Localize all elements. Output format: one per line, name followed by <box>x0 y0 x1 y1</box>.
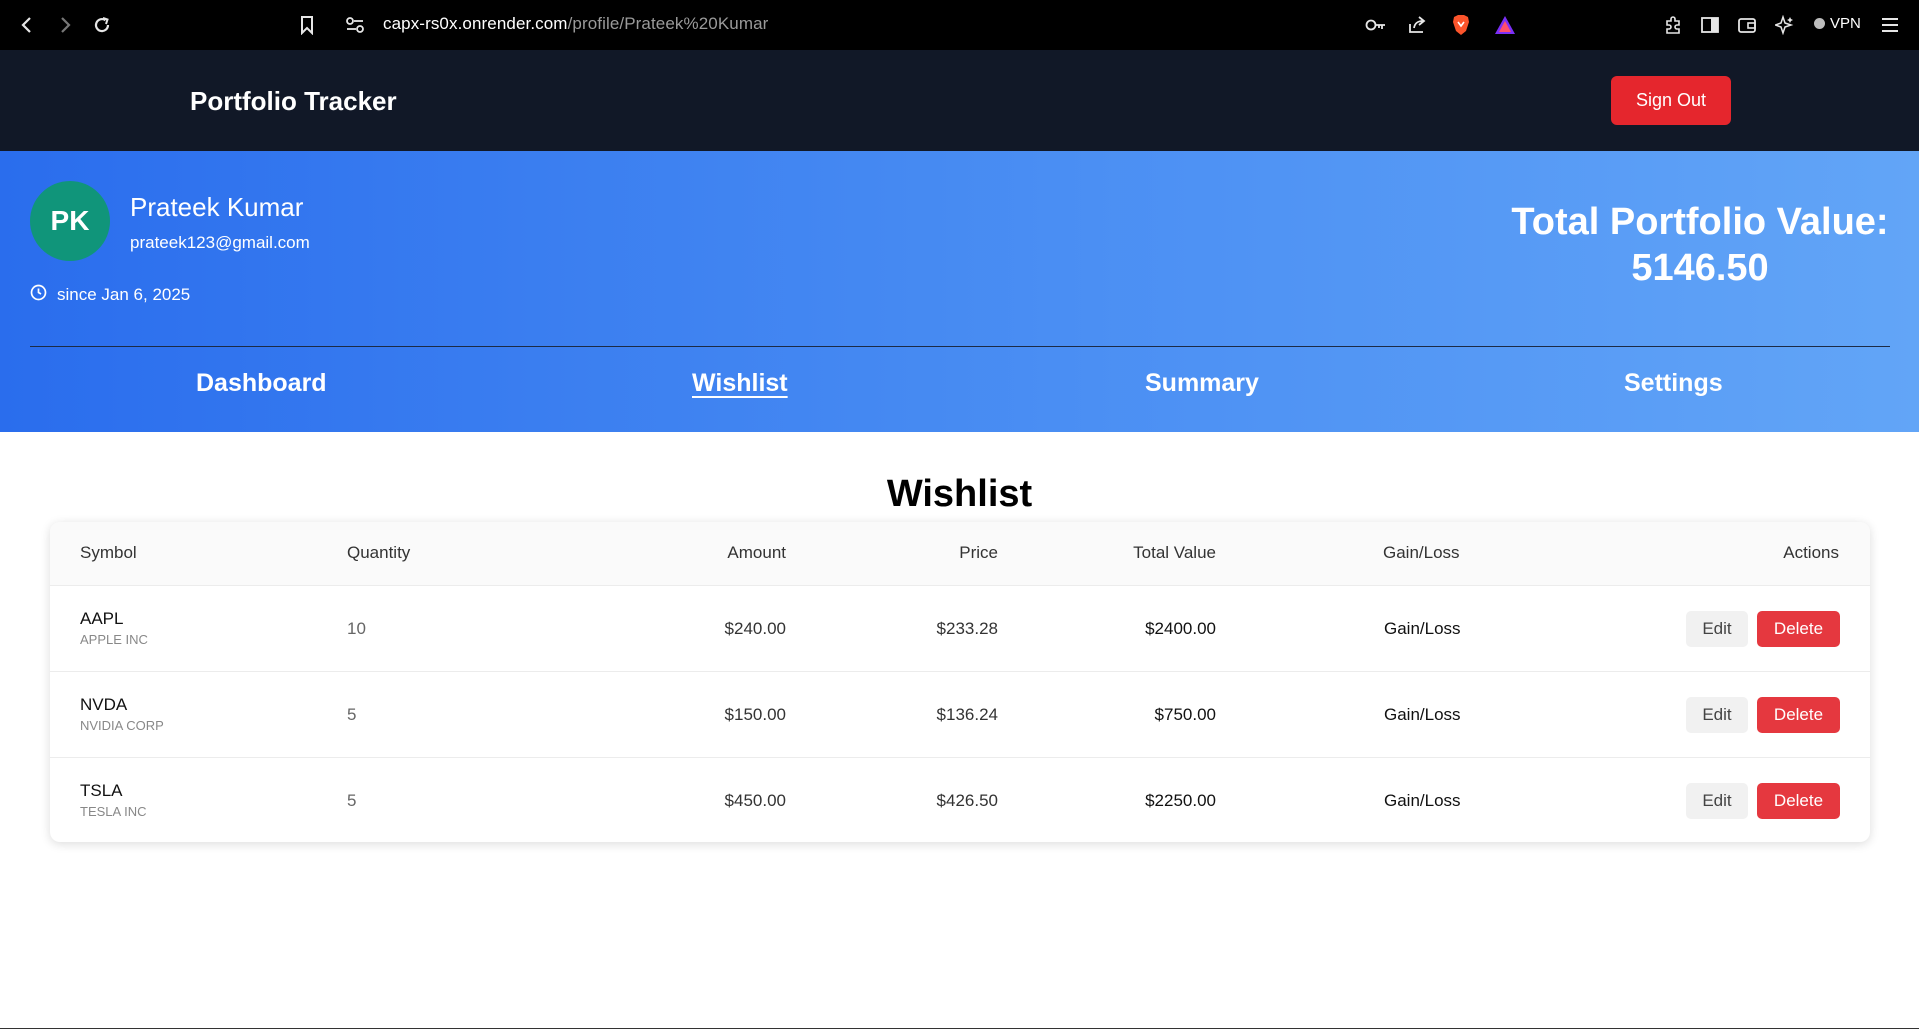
tab-settings[interactable]: Settings <box>1624 369 1723 398</box>
delete-button[interactable]: Delete <box>1757 697 1840 733</box>
user-email: prateek123@gmail.com <box>130 233 310 252</box>
wallet-icon[interactable] <box>1734 12 1760 38</box>
price: $426.50 <box>936 791 998 810</box>
tab-wishlist[interactable]: Wishlist <box>692 369 788 398</box>
url-host: capx-rs0x.onrender.com <box>383 14 568 33</box>
page-title: Wishlist <box>886 473 1033 515</box>
total-value: 5146.50 <box>1631 247 1769 289</box>
stock-symbol: AAPL <box>80 609 124 628</box>
brave-shield-icon[interactable] <box>1448 12 1474 38</box>
user-name: Prateek Kumar <box>130 192 304 222</box>
table-row: NVDA NVIDIA CORP 5 $150.00 $136.24 $750.… <box>50 672 1870 758</box>
total-value: $2400.00 <box>1145 619 1216 638</box>
price: $136.24 <box>936 705 998 724</box>
company-name: TESLA INC <box>80 804 147 819</box>
sign-out-button[interactable]: Sign Out <box>1611 76 1731 125</box>
share-icon[interactable] <box>1404 12 1430 38</box>
column-header-gain-loss: Gain/Loss <box>1383 543 1460 562</box>
stock-symbol: TSLA <box>80 781 123 800</box>
total-value: $2250.00 <box>1145 791 1216 810</box>
app-header: Portfolio Tracker Sign Out <box>0 50 1919 151</box>
menu-icon[interactable] <box>1877 12 1903 38</box>
company-name: APPLE INC <box>80 632 148 647</box>
gain-loss: Gain/Loss <box>1384 791 1461 810</box>
brave-rewards-icon[interactable] <box>1492 12 1518 38</box>
gain-loss: Gain/Loss <box>1384 619 1461 638</box>
site-settings-icon[interactable] <box>342 12 368 38</box>
quantity: 10 <box>347 619 366 638</box>
table-row: TSLA TESLA INC 5 $450.00 $426.50 $2250.0… <box>50 758 1870 844</box>
delete-button[interactable]: Delete <box>1757 611 1840 647</box>
address-bar[interactable]: capx-rs0x.onrender.com/profile/Prateek%2… <box>383 14 768 34</box>
delete-button[interactable]: Delete <box>1757 783 1840 819</box>
leo-ai-icon[interactable] <box>1772 12 1798 38</box>
bookmark-icon[interactable] <box>294 12 320 38</box>
amount: $240.00 <box>724 619 786 638</box>
company-name: NVIDIA CORP <box>80 718 164 733</box>
back-icon[interactable] <box>14 12 40 38</box>
table-row: AAPL APPLE INC 10 $240.00 $233.28 $2400.… <box>50 586 1870 672</box>
vpn-button[interactable]: VPN <box>1814 15 1861 32</box>
gain-loss: Gain/Loss <box>1384 705 1461 724</box>
total-portfolio-value: Total Portfolio Value: 5146.50 <box>1480 199 1919 291</box>
quantity: 5 <box>347 705 357 724</box>
stock-symbol: NVDA <box>80 695 128 714</box>
total-label: Total Portfolio Value: <box>1511 201 1889 243</box>
amount: $450.00 <box>724 791 786 810</box>
clock-icon <box>30 284 47 306</box>
forward-icon[interactable] <box>52 12 78 38</box>
column-header-amount: Amount <box>727 543 786 562</box>
wishlist-table: Symbol Quantity Amount Price Total Value… <box>50 522 1870 842</box>
quantity: 5 <box>347 791 357 810</box>
column-header-symbol: Symbol <box>80 543 137 562</box>
profile-hero: PK Prateek Kumar prateek123@gmail.com si… <box>0 151 1919 432</box>
avatar: PK <box>30 181 110 261</box>
tab-summary[interactable]: Summary <box>1145 369 1259 398</box>
edit-button[interactable]: Edit <box>1686 697 1748 733</box>
browser-toolbar: capx-rs0x.onrender.com/profile/Prateek%2… <box>0 0 1919 50</box>
total-value: $750.00 <box>1154 705 1216 724</box>
app-title[interactable]: Portfolio Tracker <box>190 86 397 117</box>
column-header-actions: Actions <box>1783 543 1839 562</box>
member-since: since Jan 6, 2025 <box>30 284 190 306</box>
amount: $150.00 <box>724 705 786 724</box>
url-path: /profile/Prateek%20Kumar <box>567 14 769 33</box>
key-icon[interactable] <box>1363 12 1389 38</box>
table-header: Symbol Quantity Amount Price Total Value… <box>50 522 1870 586</box>
price: $233.28 <box>936 619 998 638</box>
divider <box>30 346 1890 347</box>
member-since-text: since Jan 6, 2025 <box>57 285 191 304</box>
column-header-total-value: Total Value <box>1133 543 1216 562</box>
reload-icon[interactable] <box>89 12 115 38</box>
vpn-label: VPN <box>1830 15 1861 32</box>
extensions-icon[interactable] <box>1660 12 1686 38</box>
tab-dashboard[interactable]: Dashboard <box>196 369 327 398</box>
edit-button[interactable]: Edit <box>1686 783 1748 819</box>
column-header-quantity: Quantity <box>347 543 411 562</box>
sidebar-icon[interactable] <box>1697 12 1723 38</box>
column-header-price: Price <box>959 543 998 562</box>
edit-button[interactable]: Edit <box>1686 611 1748 647</box>
vpn-status-icon <box>1814 18 1825 29</box>
